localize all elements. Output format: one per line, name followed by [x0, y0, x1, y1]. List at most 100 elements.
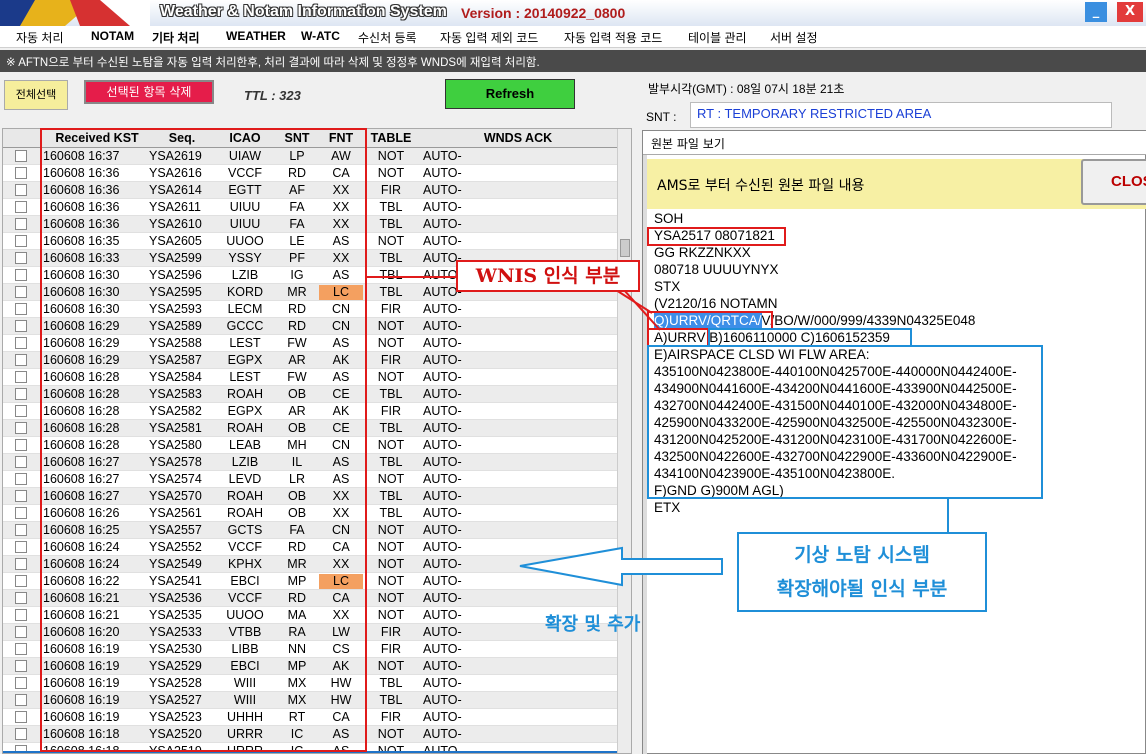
menu-other-process[interactable]: 기타 처리	[152, 29, 200, 46]
row-checkbox[interactable]	[15, 677, 27, 689]
row-checkbox[interactable]	[15, 558, 27, 570]
delete-selected-button[interactable]: 선택된 항목 삭제	[84, 80, 214, 104]
row-checkbox[interactable]	[15, 388, 27, 400]
cell-table: FIR	[380, 710, 402, 724]
cell-wnds-ack: AUTO-	[423, 676, 462, 690]
row-checkbox[interactable]	[15, 235, 27, 247]
expand-add-label: 확장 및 추가	[545, 614, 641, 635]
cell-table: TBL	[379, 387, 403, 401]
cell-wnds-ack: AUTO-	[423, 455, 462, 469]
cell-wnds-ack: AUTO-	[423, 200, 462, 214]
menu-notam[interactable]: NOTAM	[91, 29, 134, 43]
col-table[interactable]: TABLE	[363, 131, 419, 145]
row-checkbox[interactable]	[15, 422, 27, 434]
extension-label-line1: 기상 노탐 시스템	[794, 544, 930, 566]
cell-table: TBL	[379, 676, 403, 690]
row-checkbox[interactable]	[15, 167, 27, 179]
row-checkbox[interactable]	[15, 456, 27, 468]
cell-table: NOT	[377, 574, 405, 588]
viewer-close-button[interactable]: CLOS	[1081, 159, 1146, 205]
cell-table: FIR	[380, 625, 402, 639]
row-checkbox[interactable]	[15, 473, 27, 485]
cell-wnds-ack: AUTO-	[423, 574, 462, 588]
row-checkbox[interactable]	[15, 286, 27, 298]
cell-wnds-ack: AUTO-	[423, 557, 462, 571]
row-checkbox[interactable]	[15, 150, 27, 162]
cell-table: NOT	[377, 659, 405, 673]
wnis-column-highlight	[40, 128, 367, 752]
row-checkbox[interactable]	[15, 218, 27, 230]
minimize-button[interactable]: _	[1085, 2, 1107, 22]
app-version: Version : 20140922_0800	[461, 5, 626, 21]
cell-wnds-ack: AUTO-	[423, 472, 462, 486]
cell-table: NOT	[377, 727, 405, 741]
row-checkbox[interactable]	[15, 405, 27, 417]
table-scrollbar[interactable]	[617, 129, 631, 753]
row-checkbox[interactable]	[15, 303, 27, 315]
menu-recipient-register[interactable]: 수신처 등록	[358, 29, 417, 46]
row-checkbox[interactable]	[15, 643, 27, 655]
cell-table: TBL	[379, 421, 403, 435]
info-notice: ※ AFTN으로 부터 수신된 노탐을 자동 입력 처리한후, 처리 결과에 따…	[0, 50, 1146, 72]
viewer-banner: AMS로 부터 수신된 원본 파일 내용 CLOS	[647, 159, 1146, 209]
row-checkbox[interactable]	[15, 201, 27, 213]
refresh-button[interactable]: Refresh	[445, 79, 575, 109]
cell-table: FIR	[380, 353, 402, 367]
menu-auto-exclude-code[interactable]: 자동 입력 제외 코드	[440, 29, 538, 46]
row-checkbox[interactable]	[15, 694, 27, 706]
row-checkbox[interactable]	[15, 320, 27, 332]
menu-auto-apply-code[interactable]: 자동 입력 적용 코드	[564, 29, 662, 46]
col-wnds-ack[interactable]: WNDS ACK	[423, 131, 613, 145]
row-checkbox[interactable]	[15, 252, 27, 264]
row-checkbox[interactable]	[15, 439, 27, 451]
row-checkbox[interactable]	[15, 184, 27, 196]
row-checkbox[interactable]	[15, 728, 27, 740]
cell-wnds-ack: AUTO-	[423, 353, 462, 367]
cell-table: TBL	[379, 489, 403, 503]
select-all-button[interactable]: 전체선택	[4, 80, 68, 110]
cell-wnds-ack: AUTO-	[423, 523, 462, 537]
cell-wnds-ack: AUTO-	[423, 693, 462, 707]
snt-label: SNT :	[646, 110, 677, 124]
row-checkbox[interactable]	[15, 371, 27, 383]
scrollbar-thumb[interactable]	[620, 239, 630, 257]
menu-table-manage[interactable]: 테이블 관리	[688, 29, 747, 46]
row-checkbox[interactable]	[15, 507, 27, 519]
row-checkbox[interactable]	[15, 354, 27, 366]
row-checkbox[interactable]	[15, 337, 27, 349]
app-window: Weather & Notam Information System Versi…	[0, 0, 1146, 754]
row-checkbox[interactable]	[15, 541, 27, 553]
cell-wnds-ack: AUTO-	[423, 217, 462, 231]
menu-w-atc[interactable]: W-ATC	[301, 29, 340, 43]
cell-wnds-ack: AUTO-	[423, 438, 462, 452]
cell-wnds-ack: AUTO-	[423, 336, 462, 350]
cell-wnds-ack: AUTO-	[423, 727, 462, 741]
row-checkbox[interactable]	[15, 592, 27, 604]
cell-wnds-ack: AUTO-	[423, 506, 462, 520]
cell-table: TBL	[379, 251, 403, 265]
cell-table: NOT	[377, 319, 405, 333]
ttl-count: TTL : 323	[244, 88, 301, 103]
cell-table: NOT	[377, 591, 405, 605]
row-checkbox[interactable]	[15, 626, 27, 638]
cell-wnds-ack: AUTO-	[423, 183, 462, 197]
row-checkbox[interactable]	[15, 490, 27, 502]
raw-line: GG RKZZNKXX	[654, 245, 751, 260]
menu-weather[interactable]: WEATHER	[226, 29, 286, 43]
row-checkbox[interactable]	[15, 269, 27, 281]
row-checkbox[interactable]	[15, 575, 27, 587]
cell-wnds-ack: AUTO-	[423, 591, 462, 605]
cell-wnds-ack: AUTO-	[423, 234, 462, 248]
cell-table: TBL	[379, 217, 403, 231]
close-window-button[interactable]: X	[1117, 2, 1143, 22]
row-checkbox[interactable]	[15, 711, 27, 723]
cell-wnds-ack: AUTO-	[423, 370, 462, 384]
menu-server-settings[interactable]: 서버 설정	[770, 29, 818, 46]
row-checkbox[interactable]	[15, 524, 27, 536]
cell-wnds-ack: AUTO-	[423, 166, 462, 180]
menu-auto-process[interactable]: 자동 처리	[16, 29, 64, 46]
snt-field[interactable]: RT : TEMPORARY RESTRICTED AREA	[690, 102, 1112, 128]
app-logo	[0, 0, 150, 26]
row-checkbox[interactable]	[15, 609, 27, 621]
row-checkbox[interactable]	[15, 660, 27, 672]
